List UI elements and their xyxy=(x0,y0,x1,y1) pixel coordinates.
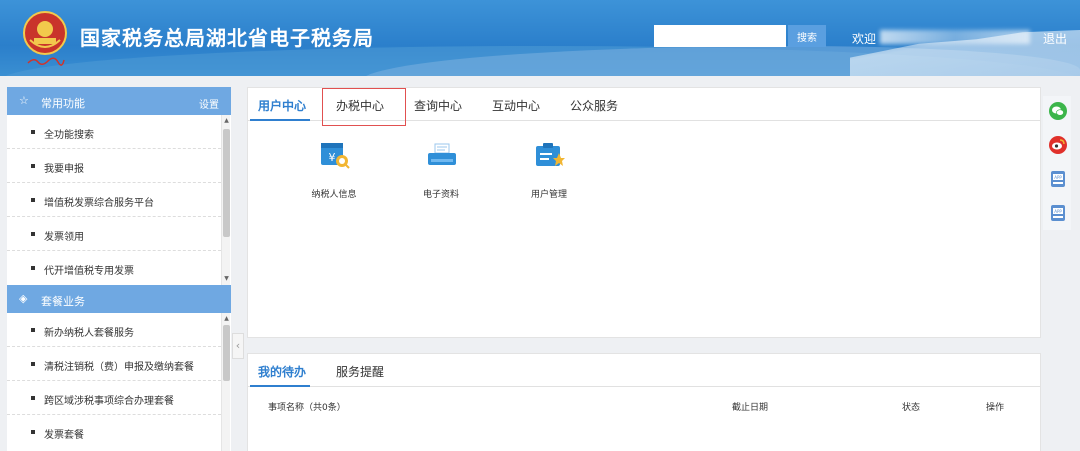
layers-icon: ◈ xyxy=(19,292,28,305)
scroll-thumb[interactable] xyxy=(223,129,230,237)
sidebar-item-cross-region[interactable]: 跨区域涉税事项综合办理套餐 xyxy=(7,381,221,415)
tab-query-center[interactable]: 查询中心 xyxy=(414,97,462,114)
site-title: 国家税务总局湖北省电子税务局 xyxy=(80,26,374,50)
bullet-icon xyxy=(31,396,35,400)
section-title: 常用功能 xyxy=(41,97,85,110)
section-title: 套餐业务 xyxy=(41,295,85,308)
settings-link[interactable]: 设置 xyxy=(199,96,219,111)
bullet-icon xyxy=(31,198,35,202)
tab-highlight-box xyxy=(322,88,406,126)
star-icon: ☆ xyxy=(19,94,29,107)
user-management-icon xyxy=(536,143,565,166)
scroll-thumb[interactable] xyxy=(223,325,230,381)
sidebar-item-full-search[interactable]: 全功能搜索 xyxy=(7,115,221,149)
sidebar-item-label: 增值税发票综合服务平台 xyxy=(44,198,154,209)
sidebar-item-label: 发票领用 xyxy=(44,232,84,243)
tab-my-todo[interactable]: 我的待办 xyxy=(258,363,306,380)
sidebar-item-invoice-package[interactable]: 发票套餐 xyxy=(7,415,221,449)
svg-text:¥: ¥ xyxy=(329,151,336,164)
sidebar-item-label: 发票套餐 xyxy=(44,430,84,441)
svg-text:APP: APP xyxy=(1054,209,1062,214)
app-label: 电子资料 xyxy=(422,190,459,200)
section-header-package[interactable]: ◈ 套餐业务 xyxy=(7,285,231,313)
sidebar-item-invoice-collect[interactable]: 发票领用 xyxy=(7,217,221,251)
bullet-icon xyxy=(31,232,35,236)
app-label: 用户管理 xyxy=(530,190,567,200)
header-banner: 国家税务总局湖北省电子税务局 搜索 欢迎 退出 xyxy=(0,0,1080,76)
sidebar-item-label: 全功能搜索 xyxy=(44,130,94,141)
active-tab-indicator xyxy=(250,119,310,121)
bullet-icon xyxy=(31,362,35,366)
column-header-status: 状态 xyxy=(902,403,921,413)
svg-text:APP: APP xyxy=(1054,175,1062,180)
section-header-common[interactable]: ☆ 常用功能 设置 xyxy=(7,87,231,115)
welcome-text: 欢迎 xyxy=(852,32,877,46)
active-tab-indicator xyxy=(250,385,310,387)
tab-user-center[interactable]: 用户中心 xyxy=(258,97,306,114)
sidebar: ☆ 常用功能 设置 全功能搜索 我要申报 增值税发票综合服务平台 发票领用 代开… xyxy=(7,87,231,451)
sidebar-item-label: 我要申报 xyxy=(44,164,84,175)
sidebar-scrollbar[interactable]: ▲ ▼ xyxy=(221,115,230,285)
todo-tabs: 我的待办 服务提醒 xyxy=(248,354,1040,387)
search-button[interactable]: 搜索 xyxy=(788,25,826,47)
bullet-icon xyxy=(31,430,35,434)
app-icon[interactable]: APP xyxy=(1049,204,1067,222)
sidebar-item-deregistration[interactable]: 清税注销税（费）申报及缴纳套餐 xyxy=(7,347,221,381)
tab-public-service[interactable]: 公众服务 xyxy=(570,97,618,114)
sidebar-item-label: 代开增值税专用发票 xyxy=(44,266,134,277)
column-header-deadline: 截止日期 xyxy=(732,403,769,413)
column-header-action: 操作 xyxy=(986,403,1005,413)
sidebar-item-new-taxpayer[interactable]: 新办纳税人套餐服务 xyxy=(7,313,221,347)
tab-interaction-center[interactable]: 互动中心 xyxy=(492,97,540,114)
scroll-down-icon[interactable]: ▼ xyxy=(222,275,231,283)
search-input[interactable] xyxy=(654,25,786,47)
tab-service-reminder[interactable]: 服务提醒 xyxy=(336,363,384,380)
sidebar-collapse-button[interactable]: ‹ xyxy=(232,333,244,359)
column-header-name: 事项名称（共0条） xyxy=(268,403,346,413)
bullet-icon xyxy=(31,328,35,332)
sidebar-item-label: 清税注销税（费）申报及缴纳套餐 xyxy=(44,362,194,373)
bullet-icon xyxy=(31,130,35,134)
scroll-up-icon[interactable]: ▲ xyxy=(222,117,231,125)
float-share-bar: APP APP xyxy=(1043,96,1071,230)
signature-logo xyxy=(27,57,65,66)
weibo-icon[interactable] xyxy=(1049,136,1067,154)
wechat-icon[interactable] xyxy=(1049,102,1067,120)
electronic-document-icon xyxy=(428,143,456,165)
bullet-icon xyxy=(31,164,35,168)
logout-link[interactable]: 退出 xyxy=(1043,30,1067,47)
sidebar-item-label: 跨区域涉税事项综合办理套餐 xyxy=(44,396,174,407)
username-redacted xyxy=(880,30,1030,44)
scroll-up-icon[interactable]: ▲ xyxy=(222,315,231,323)
sidebar-item-declare[interactable]: 我要申报 xyxy=(7,149,221,183)
sidebar-item-label: 新办纳税人套餐服务 xyxy=(44,328,134,339)
todo-panel: 我的待办 服务提醒 事项名称（共0条） 截止日期 状态 操作 xyxy=(247,353,1041,451)
bullet-icon xyxy=(31,266,35,270)
app-label: 纳税人信息 xyxy=(311,190,357,200)
taxpayer-info-icon: ¥ xyxy=(321,143,350,169)
sidebar-scrollbar[interactable]: ▲ xyxy=(221,313,230,451)
tax-emblem-icon xyxy=(23,11,67,55)
sidebar-item-invoice-platform[interactable]: 增值税发票综合服务平台 xyxy=(7,183,221,217)
app-icon[interactable]: APP xyxy=(1049,170,1067,188)
sidebar-item-vat-invoice[interactable]: 代开增值税专用发票 xyxy=(7,251,221,285)
